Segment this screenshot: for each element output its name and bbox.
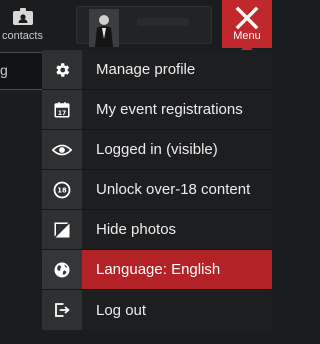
svg-text:17: 17	[58, 109, 66, 116]
globe-icon	[42, 250, 82, 289]
profile-card[interactable]	[76, 6, 212, 47]
hide-photo-icon	[42, 210, 82, 249]
menu-item-label: Language: English	[96, 261, 221, 278]
contacts-button[interactable]: contacts	[0, 0, 52, 50]
menu-item-label: Unlock over-18 content	[96, 181, 251, 198]
background-nav-text: g	[0, 62, 8, 78]
close-icon	[235, 6, 259, 30]
contacts-label: contacts	[2, 30, 43, 42]
contacts-icon	[13, 8, 33, 25]
menu-item-manage-profile[interactable]: Manage profile	[42, 50, 272, 90]
menu-item-label: Manage profile	[96, 61, 196, 78]
menu-item-label: Logged in (visible)	[96, 141, 218, 158]
logout-icon	[42, 290, 82, 330]
top-bar: contacts Menu	[0, 0, 282, 51]
menu-button[interactable]: Menu	[222, 0, 272, 48]
calendar-icon: 17	[42, 90, 82, 129]
menu-item-language[interactable]: Language: English	[42, 250, 272, 290]
menu-label: Menu	[233, 30, 261, 42]
svg-text:18: 18	[57, 186, 67, 194]
menu-item-label: My event registrations	[96, 101, 243, 118]
menu-item-label: Log out	[96, 301, 147, 319]
profile-name-placeholder	[137, 18, 189, 26]
avatar	[89, 9, 119, 47]
menu-item-event-registrations[interactable]: 17 My event registrations	[42, 90, 272, 130]
menu-item-visibility[interactable]: Logged in (visible)	[42, 130, 272, 170]
menu-dropdown: Manage profile 17 My event registrations…	[42, 50, 272, 331]
menu-item-hide-photos[interactable]: Hide photos	[42, 210, 272, 250]
menu-item-unlock-over-18[interactable]: 18 Unlock over-18 content	[42, 170, 272, 210]
menu-item-logout[interactable]: Log out	[42, 290, 272, 330]
gear-icon	[42, 50, 82, 89]
eye-icon	[42, 130, 82, 169]
menu-item-label: Hide photos	[96, 221, 177, 238]
background-nav-item[interactable]: g	[0, 52, 42, 90]
age-18-icon: 18	[42, 170, 82, 209]
